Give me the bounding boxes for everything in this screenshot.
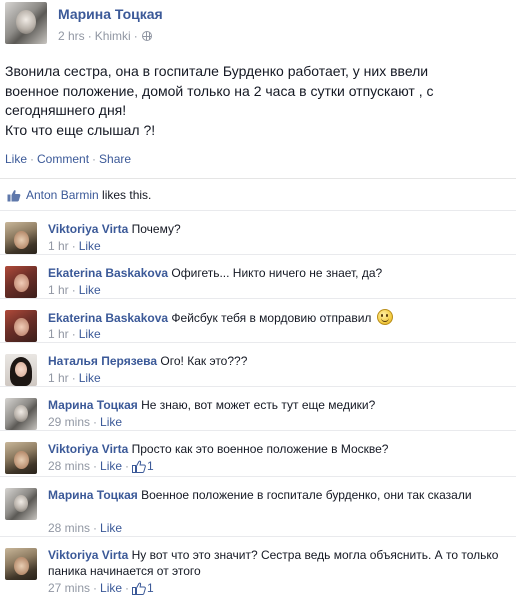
thumbs-up-icon xyxy=(132,460,146,473)
thumbs-up-icon xyxy=(7,190,21,202)
avatar[interactable] xyxy=(5,354,37,386)
action-separator: · xyxy=(92,152,97,166)
avatar[interactable] xyxy=(5,488,37,520)
comment-text: Не знаю, вот может есть тут еще медики? xyxy=(141,398,376,412)
comment-meta: 27 mins · Like · 1 xyxy=(48,581,154,595)
comment-meta: 1 hr · Like xyxy=(48,239,101,253)
comment-text: Военное положение в госпитале бурденко, … xyxy=(141,488,472,502)
comment-item: Марина Тоцкая Военное положение в госпит… xyxy=(0,476,516,536)
meta-separator: · xyxy=(87,29,92,43)
comment-meta: 28 mins · Like · 1 xyxy=(48,459,154,473)
comment-like-button[interactable]: Like xyxy=(100,581,122,595)
post-meta: 2 hrs · Khimki · xyxy=(58,29,152,43)
avatar[interactable] xyxy=(5,222,37,254)
comment-meta: 29 mins · Like xyxy=(48,415,123,429)
comment-body: Марина Тоцкая Военное положение в госпит… xyxy=(48,487,508,503)
smiley-icon xyxy=(376,309,393,325)
comment-author[interactable]: Viktoriya Virta xyxy=(48,548,128,562)
comment-like-count[interactable]: 1 xyxy=(132,581,154,595)
comment-like-button[interactable]: Like xyxy=(79,327,101,341)
comment-body: Марина Тоцкая Не знаю, вот может есть ту… xyxy=(48,397,508,413)
comment-item: Наталья Перязева Ого! Как это??? 1 hr · Li… xyxy=(0,342,516,386)
comment-time[interactable]: 1 hr xyxy=(48,327,69,341)
comment-time[interactable]: 28 mins xyxy=(48,459,90,473)
like-count-value: 1 xyxy=(147,581,154,595)
comments-list: Viktoriya Virta Почему? 1 hr · Like Ekater… xyxy=(0,210,516,598)
comment-author[interactable]: Марина Тоцкая xyxy=(48,398,138,412)
globe-icon[interactable] xyxy=(141,31,152,41)
comment-body: Ekaterina Baskakova Офигеть... Никто нич… xyxy=(48,265,508,281)
action-separator: · xyxy=(30,152,35,166)
post-author-name[interactable]: Марина Тоцкая xyxy=(58,6,163,22)
like-button[interactable]: Like xyxy=(5,152,27,166)
post-actions: Like · Comment · Share xyxy=(5,152,131,166)
comment-meta: 28 mins · Like xyxy=(48,521,123,535)
comment-like-button[interactable]: Like xyxy=(79,283,101,297)
share-button[interactable]: Share xyxy=(99,152,131,166)
liker-name[interactable]: Anton Barmin xyxy=(26,188,99,202)
comment-meta: 1 hr · Like xyxy=(48,371,101,385)
comment-like-button[interactable]: Like xyxy=(100,521,122,535)
avatar[interactable] xyxy=(5,266,37,298)
likes-text: Anton Barmin likes this. xyxy=(26,188,151,202)
comment-author[interactable]: Viktoriya Virta xyxy=(48,442,128,456)
comment-author[interactable]: Viktoriya Virta xyxy=(48,222,128,236)
comment-item: Viktoriya Virta Ну вот что это значит? С… xyxy=(0,536,516,598)
comment-text: Офигеть... Никто ничего не знает, да? xyxy=(171,266,383,280)
comment-item: Марина Тоцкая Не знаю, вот может есть ту… xyxy=(0,386,516,430)
avatar[interactable] xyxy=(5,398,37,430)
comment-author[interactable]: Ekaterina Baskakova xyxy=(48,266,168,280)
post-text-line: Звонила сестра, она в госпитале Бурденко… xyxy=(5,63,429,79)
comment-time[interactable]: 1 hr xyxy=(48,239,69,253)
comment-text: Ого! Как это??? xyxy=(160,354,248,368)
post-timestamp[interactable]: 2 hrs xyxy=(58,29,85,43)
thumbs-up-icon xyxy=(132,582,146,595)
comment-author[interactable]: Наталья Перязева xyxy=(48,354,157,368)
meta-separator: · xyxy=(133,29,138,43)
likes-suffix: likes this. xyxy=(98,188,152,202)
comment-body: Viktoriya Virta Почему? xyxy=(48,221,508,237)
comment-like-button[interactable]: Like xyxy=(79,239,101,253)
avatar[interactable] xyxy=(5,442,37,474)
comment-meta: 1 hr · Like xyxy=(48,283,101,297)
comment-like-button[interactable]: Like xyxy=(100,459,122,473)
comment-text: Фейсбук тебя в мордовию отправил xyxy=(171,311,372,325)
comment-time[interactable]: 1 hr xyxy=(48,283,69,297)
post-text: Звонила сестра, она в госпитале Бурденко… xyxy=(5,62,511,140)
comment-body: Наталья Перязева Ого! Как это??? xyxy=(48,353,508,369)
comment-button[interactable]: Comment xyxy=(37,152,89,166)
comment-time[interactable]: 27 mins xyxy=(48,581,90,595)
likes-summary: Anton Barmin likes this. xyxy=(0,178,516,210)
comment-like-button[interactable]: Like xyxy=(79,371,101,385)
comment-author[interactable]: Ekaterina Baskakova xyxy=(48,311,168,325)
comment-time[interactable]: 1 hr xyxy=(48,371,69,385)
comment-item: Viktoriya Virta Почему? 1 hr · Like xyxy=(0,210,516,254)
avatar[interactable] xyxy=(5,548,37,580)
comment-author[interactable]: Марина Тоцкая xyxy=(48,488,138,502)
comment-like-button[interactable]: Like xyxy=(100,415,122,429)
comment-item: Viktoriya Virta Просто как это военное п… xyxy=(0,430,516,476)
avatar[interactable] xyxy=(5,310,37,342)
comment-text: Просто как это военное положение в Москв… xyxy=(131,442,389,456)
comment-like-count[interactable]: 1 xyxy=(132,459,154,473)
comment-item: Ekaterina Baskakova Офигеть... Никто нич… xyxy=(0,254,516,298)
comment-item: Ekaterina Baskakova Фейсбук тебя в мордо… xyxy=(0,298,516,342)
post-location[interactable]: Khimki xyxy=(95,29,131,43)
post-header: Марина Тоцкая 2 hrs · Khimki · xyxy=(5,0,511,54)
comment-body: Viktoriya Virta Просто как это военное п… xyxy=(48,441,508,457)
comment-time[interactable]: 29 mins xyxy=(48,415,90,429)
comment-body: Viktoriya Virta Ну вот что это значит? С… xyxy=(48,547,508,579)
like-count-value: 1 xyxy=(147,459,154,473)
comment-meta: 1 hr · Like xyxy=(48,327,101,341)
post-text-line: военное положение, домой только на 2 час… xyxy=(5,82,434,99)
comment-text: Почему? xyxy=(131,222,181,236)
author-avatar[interactable] xyxy=(5,2,47,44)
comment-body: Ekaterina Baskakova Фейсбук тебя в мордо… xyxy=(48,309,508,326)
post-text-line: Кто что еще слышал ?! xyxy=(5,121,156,138)
post-text-line: сегодняшнего дня! xyxy=(5,102,127,118)
comment-time[interactable]: 28 mins xyxy=(48,521,90,535)
